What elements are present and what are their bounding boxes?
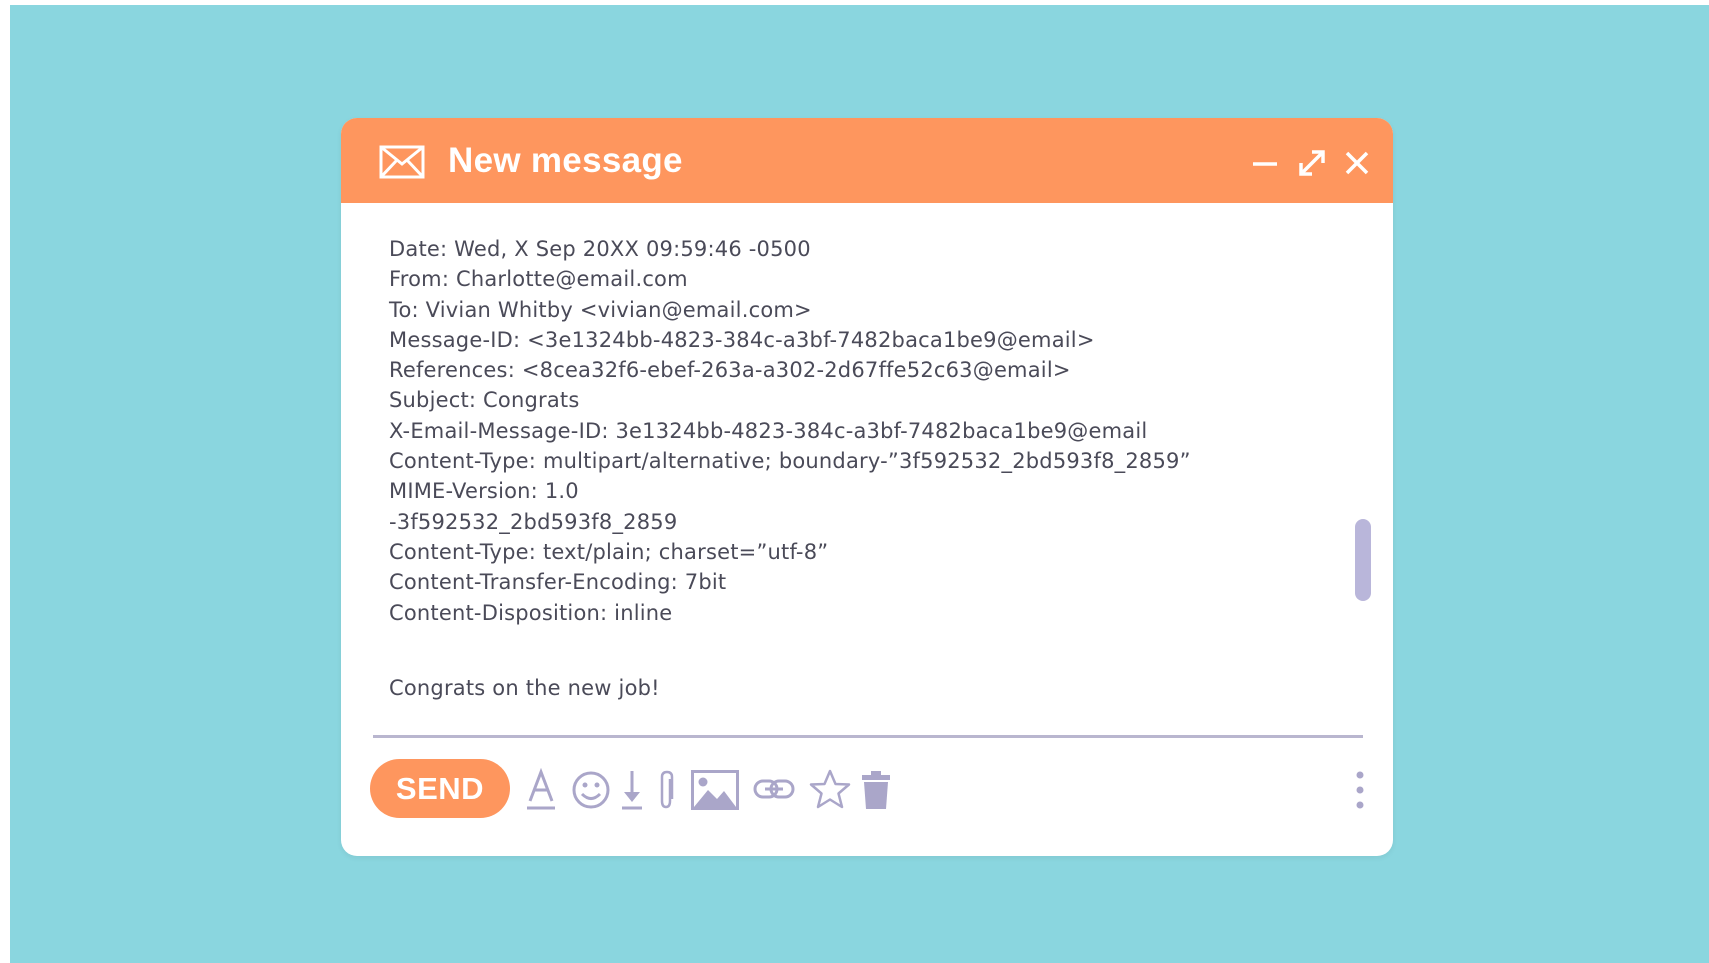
download-icon: [622, 771, 642, 810]
delete-button[interactable]: [861, 770, 891, 810]
header-message-id: Message-ID: <3e1324bb-4823-384c-a3bf-748…: [389, 327, 1095, 352]
close-button[interactable]: [1342, 148, 1372, 178]
message-body-area[interactable]: Date: Wed, X Sep 20XX 09:59:46 -0500 Fro…: [389, 234, 1289, 703]
star-button[interactable]: [809, 769, 851, 809]
header-mime-version: MIME-Version: 1.0: [389, 479, 579, 504]
header-date: Date: Wed, X Sep 20XX 09:59:46 -0500: [389, 237, 811, 261]
toolbar-divider: [373, 735, 1363, 738]
header-from: From: Charlotte@email.com: [389, 267, 688, 292]
image-icon: [691, 770, 739, 810]
more-options-icon: [1356, 771, 1364, 809]
header-subject: Subject: Congrats: [389, 388, 580, 413]
mail-icon: [379, 145, 425, 179]
insert-image-button[interactable]: [691, 770, 739, 810]
minimize-button[interactable]: [1250, 148, 1280, 178]
emoji-button[interactable]: [571, 770, 611, 810]
header-content-disposition: Content-Disposition: inline: [389, 600, 673, 625]
header-references: References: <8cea32f6-ebef-263a-a302-2d6…: [389, 358, 1071, 383]
more-options-button[interactable]: [1355, 770, 1365, 810]
header-to: To: Vivian Whitby <vivian@email.com>: [389, 297, 812, 322]
emoji-icon: [572, 771, 610, 809]
scrollbar-thumb[interactable]: [1355, 519, 1371, 601]
window-title: New message: [448, 141, 683, 180]
trash-icon: [862, 771, 890, 809]
text-format-icon: [527, 768, 555, 810]
header-transfer-encoding: Content-Transfer-Encoding: 7bit: [389, 570, 727, 595]
attachment-icon: [660, 770, 674, 809]
minimize-icon: [1253, 162, 1277, 166]
text-format-button[interactable]: [526, 768, 556, 812]
close-icon: [1345, 151, 1369, 175]
header-x-email-message-id: X-Email-Message-ID: 3e1324bb-4823-384c-a…: [389, 418, 1148, 443]
insert-link-button[interactable]: [753, 777, 795, 801]
header-boundary: -3f592532_2bd593f8_2859: [389, 509, 678, 534]
message-text: Congrats on the new job!: [389, 675, 660, 700]
compose-window: New message Date: Wed, X Sep 20XX 09:59:…: [341, 118, 1393, 856]
download-button[interactable]: [620, 768, 644, 812]
attach-button[interactable]: [657, 769, 677, 811]
send-button[interactable]: SEND: [370, 759, 510, 818]
star-icon: [809, 769, 851, 809]
title-bar: New message: [341, 118, 1393, 203]
header-content-type: Content-Type: multipart/alternative; bou…: [389, 449, 1191, 474]
header-content-type-text: Content-Type: text/plain; charset=”utf-8…: [389, 539, 829, 564]
link-icon: [753, 779, 795, 799]
maximize-button[interactable]: [1297, 148, 1327, 178]
maximize-icon: [1299, 150, 1325, 176]
